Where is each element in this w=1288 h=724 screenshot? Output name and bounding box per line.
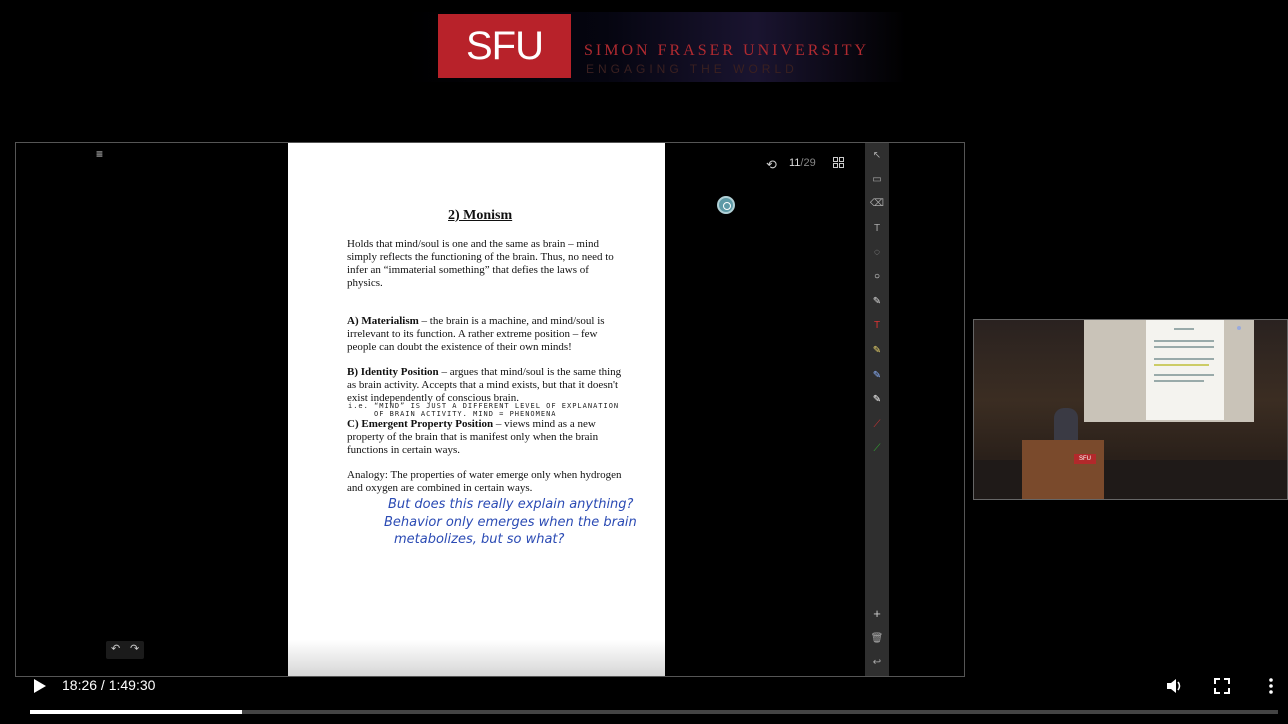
paragraph-heading: C) Emergent Property Position bbox=[347, 418, 494, 430]
doc-line bbox=[1154, 340, 1214, 342]
current-time: 18:26 bbox=[62, 677, 98, 693]
grid-view-icon[interactable] bbox=[833, 157, 845, 169]
add-icon[interactable]: + bbox=[865, 606, 889, 622]
hamburger-menu-icon[interactable]: ≡ bbox=[96, 148, 108, 160]
podium bbox=[1022, 440, 1104, 499]
handwritten-note-1: But does this really explain anything? bbox=[388, 497, 634, 512]
circle-shape-icon[interactable]: ○ bbox=[865, 269, 889, 285]
history-icon[interactable]: ⟲ bbox=[766, 157, 777, 173]
undo-icon[interactable]: ↶ bbox=[111, 642, 120, 655]
paragraph-identity: B) Identity Position – argues that mind/… bbox=[347, 366, 627, 405]
annotation-toolbar: ↖ ▭ ⌫ T ◌ ○ ✎ T ✎ ✎ ✎ ⟋ ⟋ + 🗑 ↩ bbox=[865, 143, 889, 676]
pointer-dot bbox=[1237, 326, 1241, 330]
undo-redo-group: ↶ ↷ bbox=[106, 641, 144, 659]
current-page: 11 bbox=[789, 157, 801, 169]
more-options-icon[interactable] bbox=[1261, 676, 1281, 696]
paragraph-analogy: Analogy: The properties of water emerge … bbox=[347, 469, 627, 495]
stage-floor bbox=[974, 460, 1287, 499]
pointer-tool-icon[interactable]: ↖ bbox=[865, 148, 889, 164]
green-line-icon[interactable]: ⟋ bbox=[865, 441, 889, 457]
eraser-icon[interactable]: ⌫ bbox=[865, 196, 889, 212]
podium-logo: SFU bbox=[1074, 454, 1096, 464]
doc-line bbox=[1154, 358, 1214, 360]
redo-icon[interactable]: ↷ bbox=[130, 642, 139, 655]
paragraph-materialism: A) Materialism – the brain is a machine,… bbox=[347, 315, 627, 354]
time-display: 18:26 / 1:49:30 bbox=[62, 677, 156, 693]
progress-bar[interactable] bbox=[30, 710, 1278, 714]
handwritten-note-3: metabolizes, but so what? bbox=[394, 532, 565, 547]
paragraph-intro: Holds that mind/soul is one and the same… bbox=[347, 238, 627, 290]
total-pages: 29 bbox=[803, 157, 816, 169]
handwritten-note-2: Behavior only emerges when the brain bbox=[384, 515, 637, 530]
fullscreen-icon[interactable] bbox=[1212, 676, 1232, 696]
document-title: 2) Monism bbox=[448, 208, 513, 223]
sfu-logo: SFU bbox=[438, 14, 571, 78]
volume-icon[interactable] bbox=[1164, 676, 1184, 696]
highlighter-icon[interactable]: ✎ bbox=[865, 343, 889, 359]
document-page: 2) Monism Holds that mind/soul is one an… bbox=[288, 143, 665, 676]
folder-icon[interactable]: ▭ bbox=[865, 172, 889, 188]
text-tool-icon[interactable]: T bbox=[865, 318, 889, 334]
doc-line bbox=[1154, 346, 1214, 348]
progress-fill bbox=[30, 710, 243, 714]
annotation-line-2: OF BRAIN ACTIVITY. MIND = PHENOMENA bbox=[374, 410, 557, 418]
page-counter[interactable]: 11/29 bbox=[789, 157, 816, 169]
laser-pointer-icon bbox=[717, 196, 735, 214]
doc-line bbox=[1154, 374, 1214, 376]
trash-icon[interactable]: 🗑 bbox=[865, 631, 889, 647]
annotation-line-1: i.e. “MIND” IS JUST A DIFFERENT LEVEL OF… bbox=[348, 402, 620, 410]
doc-line bbox=[1154, 380, 1204, 382]
paragraph-heading: B) Identity Position bbox=[347, 366, 439, 378]
red-line-icon[interactable]: ⟋ bbox=[865, 417, 889, 433]
page-fade bbox=[288, 640, 665, 676]
paragraph-text: Holds that mind/soul is one and the same… bbox=[347, 238, 614, 289]
paragraph-heading: A) Materialism bbox=[347, 315, 419, 327]
pen-icon[interactable]: ✎ bbox=[865, 294, 889, 310]
text-size-icon[interactable]: T bbox=[865, 221, 889, 237]
undo-arrow-icon[interactable]: ↩ bbox=[865, 655, 889, 671]
university-tagline: ENGAGING THE WORLD bbox=[586, 62, 798, 76]
blue-pen-icon[interactable]: ✎ bbox=[865, 368, 889, 384]
logo-text: SFU bbox=[466, 23, 544, 68]
projected-document bbox=[1146, 320, 1224, 420]
doc-line bbox=[1174, 328, 1194, 330]
play-icon[interactable] bbox=[31, 678, 47, 694]
duration: 1:49:30 bbox=[108, 677, 156, 693]
doc-line bbox=[1154, 364, 1209, 366]
lasso-icon[interactable]: ◌ bbox=[865, 245, 889, 261]
white-pen-icon[interactable]: ✎ bbox=[865, 392, 889, 408]
speaker-video[interactable]: SFU bbox=[973, 319, 1288, 500]
speaker bbox=[1054, 408, 1078, 442]
paragraph-text: Analogy: The properties of water emerge … bbox=[347, 469, 622, 494]
paragraph-emergent: C) Emergent Property Position – views mi… bbox=[347, 418, 627, 457]
university-name: SIMON FRASER UNIVERSITY bbox=[584, 42, 870, 59]
